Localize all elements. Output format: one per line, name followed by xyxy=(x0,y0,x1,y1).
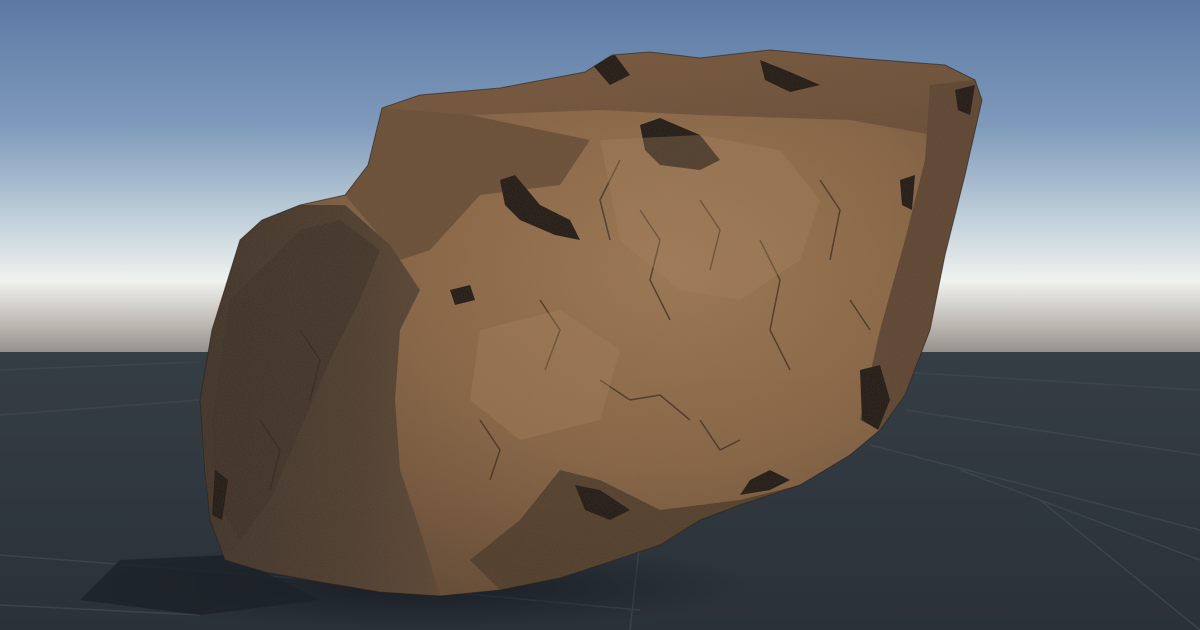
scene-render xyxy=(0,0,1200,630)
scene-viewport[interactable] xyxy=(0,0,1200,630)
